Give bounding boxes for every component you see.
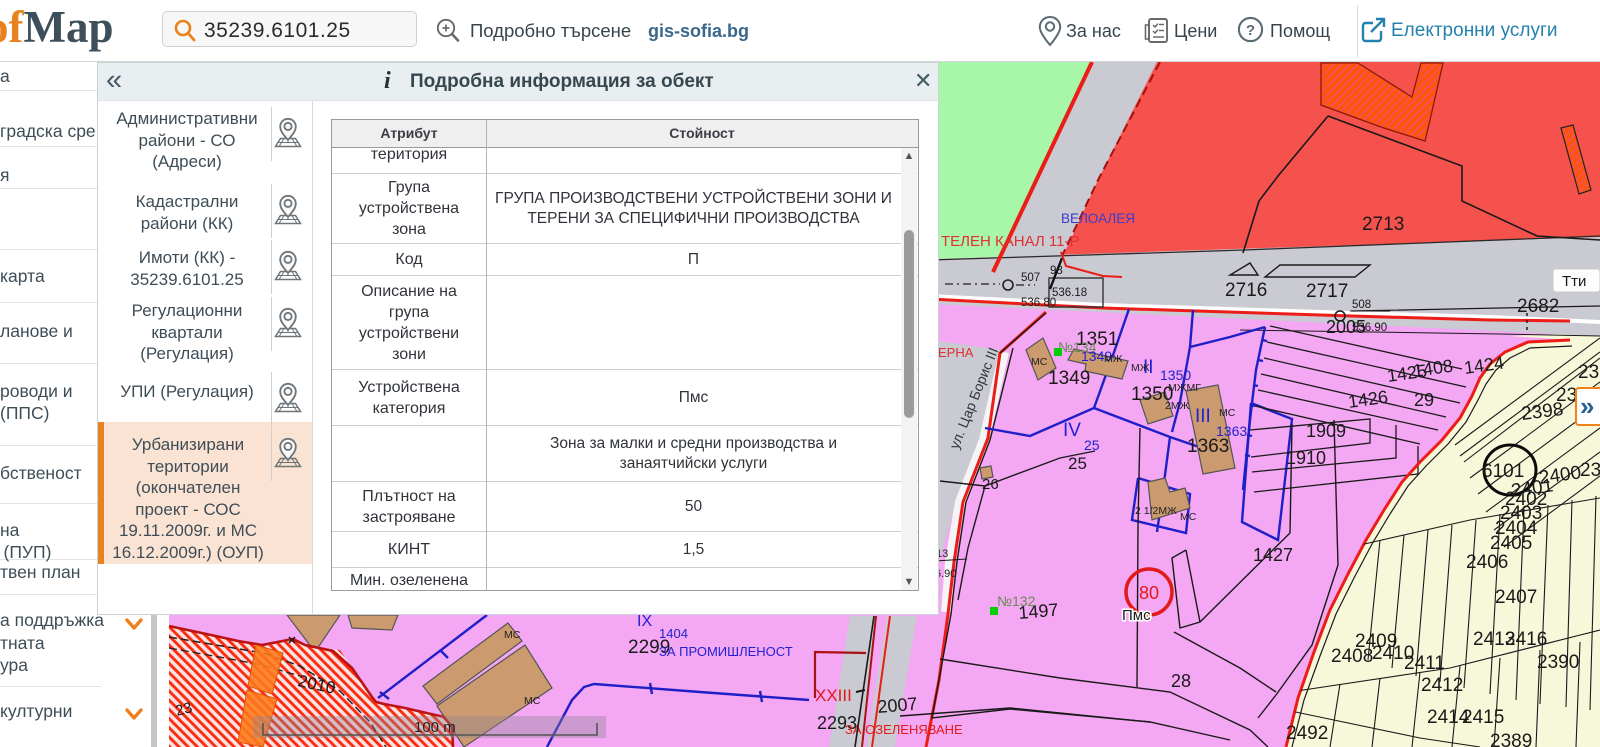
svg-text:2713: 2713 [1362, 214, 1404, 235]
svg-text:2716: 2716 [1225, 280, 1267, 301]
svg-text:Тти: Тти [1562, 273, 1586, 290]
svg-text:236: 236 [1578, 362, 1600, 383]
svg-text:2406: 2406 [1466, 552, 1508, 573]
svg-text:XXIII: XXIII [815, 686, 852, 705]
svg-text:ЗА ПРОМИШЛЕНОСТ: ЗА ПРОМИШЛЕНОСТ [659, 644, 793, 659]
svg-text:2415: 2415 [1462, 707, 1504, 728]
svg-text:1909: 1909 [1306, 421, 1346, 441]
svg-text:2390: 2390 [1537, 652, 1579, 673]
svg-text:2416: 2416 [1505, 629, 1547, 650]
svg-text:25: 25 [1068, 454, 1087, 473]
svg-text:2007: 2007 [877, 694, 919, 717]
svg-text:№134: №134 [1058, 339, 1097, 355]
svg-text:2411: 2411 [1404, 653, 1445, 674]
svg-text:2492: 2492 [1286, 723, 1328, 744]
svg-text:98: 98 [1050, 265, 1063, 277]
svg-text:2412: 2412 [1421, 675, 1463, 696]
svg-text:6101: 6101 [1482, 461, 1524, 482]
svg-text:МС: МС [1180, 511, 1197, 523]
svg-text:2407: 2407 [1495, 587, 1537, 608]
svg-text:1910: 1910 [1286, 448, 1326, 468]
svg-text:536.80: 536.80 [1021, 297, 1056, 309]
svg-text:1404: 1404 [659, 626, 688, 641]
svg-text:26: 26 [982, 476, 999, 493]
svg-text:2682: 2682 [1517, 296, 1559, 317]
svg-text:МС: МС [524, 695, 541, 707]
svg-text:1349: 1349 [1048, 368, 1090, 389]
svg-text:МС: МС [1219, 407, 1236, 419]
svg-text:МЖ: МЖ [1131, 362, 1150, 374]
svg-text:28: 28 [1171, 671, 1191, 691]
svg-text:Пмс: Пмс [1122, 607, 1151, 624]
svg-text:1363: 1363 [1216, 423, 1247, 439]
svg-text:536.18: 536.18 [1052, 287, 1087, 299]
svg-text:МЖМГ: МЖМГ [1168, 382, 1201, 394]
svg-text:23: 23 [1580, 460, 1600, 481]
svg-text:507: 507 [1021, 272, 1040, 284]
svg-text:1427: 1427 [1253, 545, 1293, 565]
svg-text:IV: IV [1063, 420, 1081, 441]
svg-text:МС: МС [504, 629, 521, 641]
svg-text:ЕРНА: ЕРНА [938, 345, 974, 360]
svg-text:2717: 2717 [1306, 281, 1348, 302]
svg-text:1363: 1363 [1187, 436, 1229, 457]
svg-text:2389: 2389 [1490, 731, 1532, 747]
svg-text:2405: 2405 [1490, 533, 1532, 554]
svg-text:III: III [1195, 406, 1211, 427]
svg-text:536.90: 536.90 [1352, 322, 1387, 334]
svg-text:ВЕЛОАЛЕЯ: ВЕЛОАЛЕЯ [1061, 211, 1135, 226]
svg-text:IX: IX [637, 613, 652, 630]
svg-text:№132: №132 [997, 593, 1036, 609]
svg-text:?: ? [1246, 22, 1255, 39]
svg-text:2МЖ: 2МЖ [1165, 400, 1190, 412]
svg-text:100 m: 100 m [414, 719, 456, 736]
svg-text:1350: 1350 [1160, 367, 1191, 383]
svg-text:ТЕЛЕН КАНАЛ 11-Р: ТЕЛЕН КАНАЛ 11-Р [941, 233, 1080, 250]
svg-text:2 1/2МЖ: 2 1/2МЖ [1135, 505, 1177, 517]
svg-text:МС: МС [1031, 356, 1048, 368]
svg-text:25: 25 [1084, 437, 1100, 453]
svg-text:»: » [1580, 391, 1594, 421]
svg-text:МЖ: МЖ [1104, 353, 1123, 365]
svg-text:80: 80 [1139, 583, 1159, 603]
svg-text:29: 29 [1414, 390, 1434, 410]
svg-text:508: 508 [1352, 299, 1371, 311]
